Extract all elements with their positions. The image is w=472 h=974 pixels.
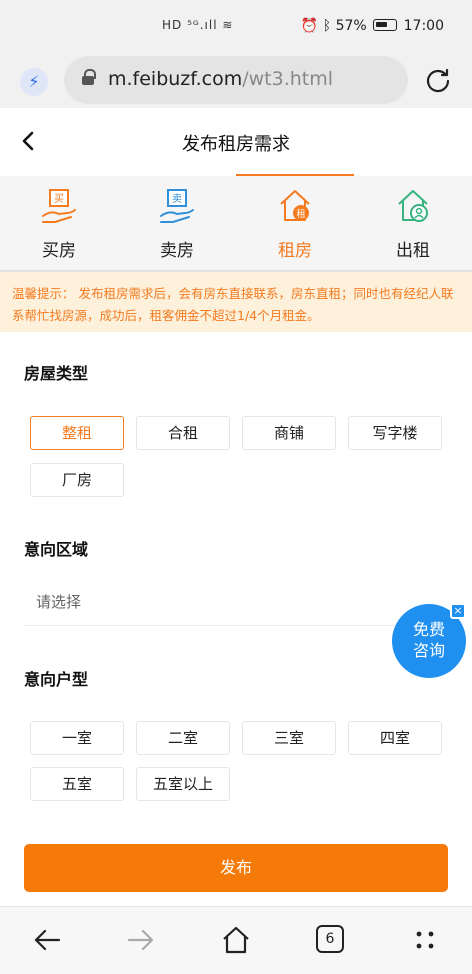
- status-right: ⏰ ᛒ 57% 17:00: [301, 18, 444, 34]
- option-factory[interactable]: 厂房: [30, 463, 124, 497]
- lightning-icon[interactable]: ⚡: [20, 68, 48, 96]
- free-consult-line2: 咨询: [412, 641, 445, 660]
- url-field[interactable]: m.feibuzf.com/wt3.html: [64, 56, 408, 104]
- tab-sell-label: 卖房: [160, 241, 194, 261]
- publish-button[interactable]: 发布: [24, 844, 448, 892]
- url-text: m.feibuzf.com/wt3.html: [108, 68, 333, 90]
- room-type-title: 意向户型: [24, 670, 89, 689]
- area-select[interactable]: 请选择: [24, 580, 448, 626]
- url-path: /wt3.html: [242, 68, 334, 90]
- tab-lease[interactable]: 出租: [354, 176, 472, 272]
- bluetooth-icon: ᛒ: [322, 18, 332, 34]
- close-icon[interactable]: ×: [450, 603, 466, 619]
- category-tabs: 买 买房 卖 卖房 租 租房 出租: [0, 176, 472, 272]
- battery-percent: 57%: [335, 18, 367, 34]
- status-bar: HD ⁵ᴳ.ıll ≋ ⏰ ᛒ 57% 17:00: [0, 0, 472, 56]
- option-shop[interactable]: 商铺: [242, 416, 336, 450]
- svg-text:卖: 卖: [172, 193, 182, 205]
- lease-house-icon: [398, 190, 428, 222]
- tab-lease-label: 出租: [396, 241, 430, 261]
- lock-icon: [82, 69, 96, 85]
- tab-rent-label: 租房: [278, 241, 312, 261]
- alarm-icon: ⏰: [300, 18, 319, 34]
- battery-icon: [373, 19, 398, 31]
- option-whole-rent[interactable]: 整租: [30, 416, 124, 450]
- house-type-title: 房屋类型: [24, 364, 89, 383]
- page-header: 发布租房需求: [0, 108, 472, 177]
- clock: 17:00: [403, 18, 444, 34]
- area-title: 意向区域: [24, 540, 89, 559]
- buy-house-icon: 买: [42, 189, 76, 223]
- option-five-rooms[interactable]: 五室: [30, 767, 124, 801]
- tab-buy[interactable]: 买 买房: [0, 176, 118, 272]
- option-two-rooms[interactable]: 二室: [136, 721, 230, 755]
- signal-indicators: HD ⁵ᴳ.ıll ≋: [162, 18, 234, 32]
- forward-icon[interactable]: [126, 925, 156, 955]
- address-bar: ⚡ m.feibuzf.com/wt3.html: [0, 56, 472, 108]
- home-icon[interactable]: [221, 925, 251, 955]
- svg-text:租: 租: [296, 209, 305, 220]
- back-icon[interactable]: [32, 925, 62, 955]
- option-three-rooms[interactable]: 三室: [242, 721, 336, 755]
- option-one-room[interactable]: 一室: [30, 721, 124, 755]
- tab-rent[interactable]: 租 租房: [236, 176, 354, 272]
- page-title: 发布租房需求: [182, 134, 290, 155]
- option-four-rooms[interactable]: 四室: [348, 721, 442, 755]
- option-more-rooms[interactable]: 五室以上: [136, 767, 230, 801]
- menu-dots-icon[interactable]: [410, 925, 440, 955]
- tab-buy-label: 买房: [42, 241, 76, 261]
- tip-banner: 温馨提示： 发布租房需求后，会有房东直接联系，房东直租；同时也有经纪人联系帮忙找…: [0, 272, 472, 332]
- sell-house-icon: 卖: [160, 189, 194, 223]
- option-shared-rent[interactable]: 合租: [136, 416, 230, 450]
- tab-sell[interactable]: 卖 卖房: [118, 176, 236, 272]
- svg-text:买: 买: [54, 193, 64, 205]
- url-host: m.feibuzf.com: [108, 68, 243, 90]
- browser-nav: 6: [0, 906, 472, 974]
- tabs-count-icon[interactable]: 6: [316, 925, 344, 953]
- reload-icon[interactable]: [424, 66, 452, 94]
- free-consult-line1: 免费: [412, 620, 445, 639]
- rent-house-icon: 租: [280, 190, 310, 221]
- option-office[interactable]: 写字楼: [348, 416, 442, 450]
